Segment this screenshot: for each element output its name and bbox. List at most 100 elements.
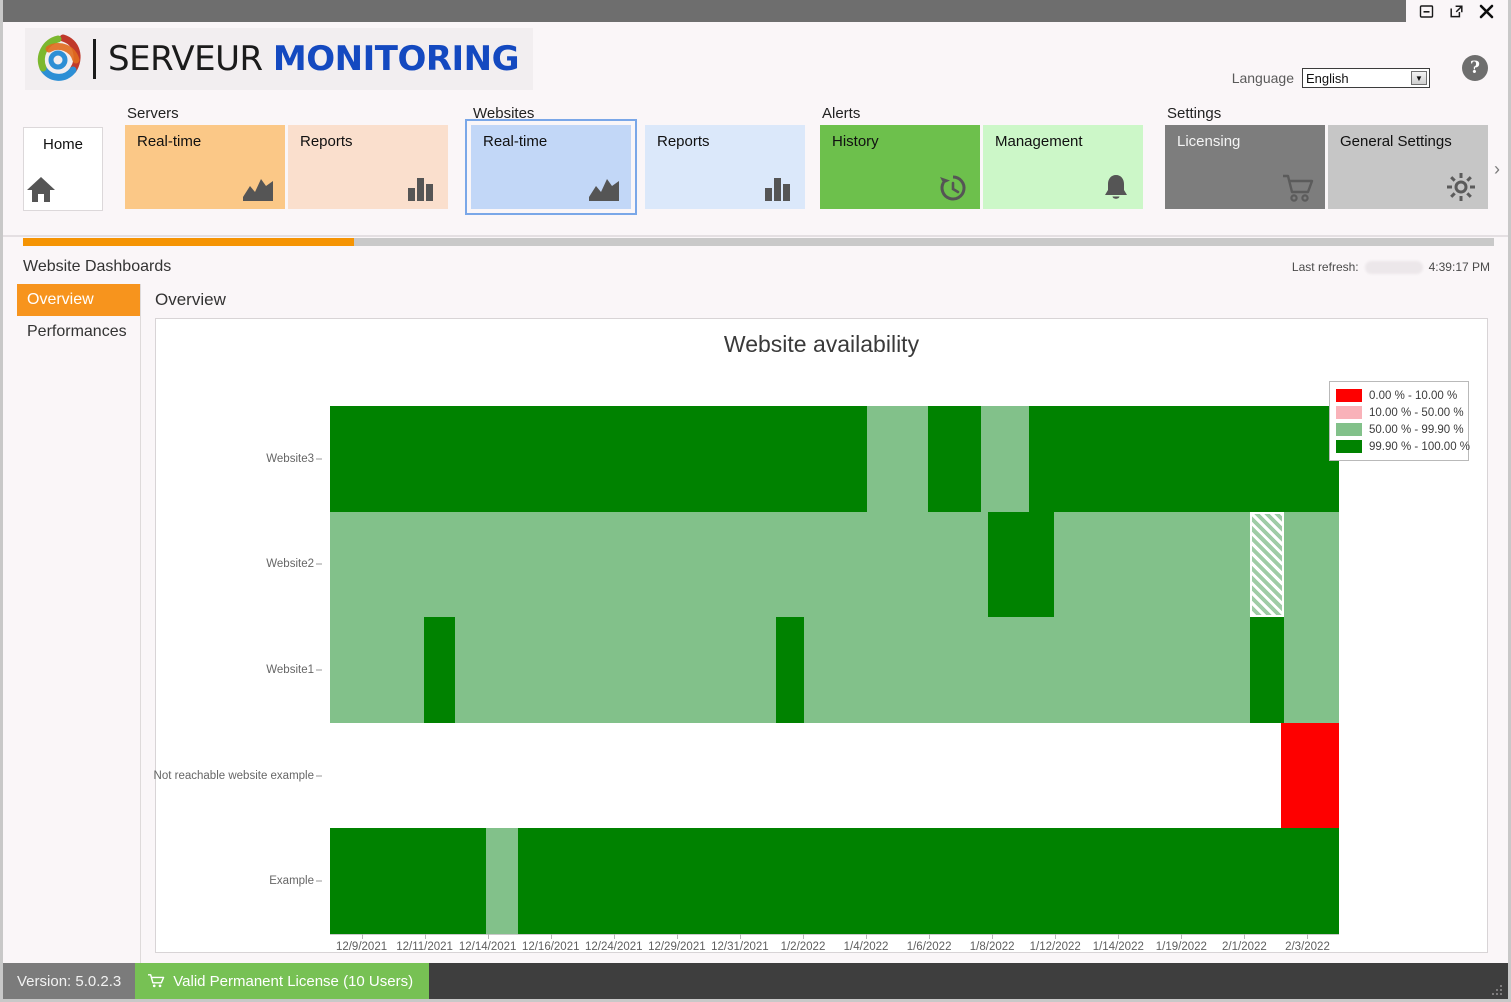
tile-settings-general[interactable]: General Settings [1328, 125, 1488, 209]
chart-x-tick [740, 934, 741, 939]
tile-settings-general-label: General Settings [1340, 133, 1452, 150]
tile-websites-reports[interactable]: Reports [645, 125, 805, 209]
chart-x-tick-label: 1/19/2022 [1156, 941, 1207, 953]
area-chart-icon [587, 169, 621, 203]
heatmap-cell[interactable] [1029, 406, 1339, 512]
tile-alerts-management[interactable]: Management [983, 125, 1143, 209]
chart-x-tick-label: 1/8/2022 [970, 941, 1015, 953]
heatmap-cell[interactable] [867, 406, 929, 512]
ribbon-scroll-right-icon[interactable]: › [1494, 159, 1500, 180]
logo-wordmark: SERVEUR MONITORING [108, 39, 519, 79]
last-refresh: Last refresh: 4:39:17 PM [1292, 260, 1490, 274]
chart-x-tick [1055, 934, 1056, 939]
legend-item[interactable]: 10.00 % - 50.00 % [1336, 404, 1462, 421]
language-value: English [1306, 71, 1349, 86]
heatmap-row [330, 828, 1339, 934]
legend-swatch [1336, 389, 1362, 402]
tile-alerts-history-label: History [832, 133, 879, 150]
chart-x-axis-labels: 12/9/202112/11/202112/14/202112/16/20211… [330, 941, 1339, 959]
chart-legend: 0.00 % - 10.00 %10.00 % - 50.00 %50.00 %… [1329, 381, 1469, 461]
shopping-cart-icon [1281, 169, 1315, 203]
tile-servers-reports[interactable]: Reports [288, 125, 448, 209]
chart-x-tick [1181, 934, 1182, 939]
tile-settings-licensing[interactable]: Licensing [1165, 125, 1325, 209]
heatmap-cell[interactable] [981, 406, 1029, 512]
main-content: Overview Website availability Website3We… [143, 284, 1494, 963]
ribbon-group-settings: Settings Licensing General Settings [1165, 105, 1488, 209]
language-selector[interactable]: Language English ▼ [1232, 68, 1430, 88]
last-refresh-label: Last refresh: [1292, 260, 1359, 274]
page-title: Overview [155, 290, 1494, 310]
heatmap-cell[interactable] [330, 828, 486, 934]
chart-x-tick-label: 1/2/2022 [781, 941, 826, 953]
ribbon-group-alerts-title: Alerts [820, 105, 1143, 122]
dashboard-sidebar: Overview Performances [17, 284, 141, 963]
legend-label: 99.90 % - 100.00 % [1369, 441, 1470, 453]
chart-heatmap-grid [330, 406, 1339, 934]
chart-x-tick [929, 934, 930, 939]
heatmap-cell[interactable] [518, 828, 1339, 934]
heatmap-cell[interactable] [1281, 723, 1339, 829]
bell-icon [1099, 169, 1133, 203]
logo-text-monitoring: MONITORING [273, 39, 519, 79]
heatmap-cell[interactable] [928, 406, 980, 512]
heatmap-cell[interactable] [1284, 512, 1339, 618]
close-button[interactable] [1476, 1, 1496, 21]
heatmap-cell[interactable] [1284, 617, 1339, 723]
heatmap-cell[interactable] [1250, 512, 1283, 618]
resize-grip[interactable] [1490, 983, 1504, 997]
loading-progress-fill [23, 238, 354, 246]
heatmap-cell[interactable] [486, 828, 517, 934]
ribbon-group-websites: Websites Real-time Reports [471, 105, 805, 209]
heatmap-row [330, 512, 1339, 618]
restore-external-button[interactable] [1446, 1, 1466, 21]
heatmap-row [330, 617, 1339, 723]
gear-icon [1444, 169, 1478, 203]
heatmap-cell[interactable] [1054, 512, 1250, 618]
ribbon-group-servers-title: Servers [125, 105, 448, 122]
legend-item[interactable]: 50.00 % - 99.90 % [1336, 421, 1462, 438]
sidebar-item-overview[interactable]: Overview [17, 284, 140, 316]
heatmap-cell[interactable] [988, 512, 1055, 618]
heatmap-cell[interactable] [804, 617, 1250, 723]
tile-alerts-history[interactable]: History [820, 125, 980, 209]
chart-x-tick [1244, 934, 1245, 939]
chart-x-tick-label: 2/1/2022 [1222, 941, 1267, 953]
chart-y-axis: Website3Website2Website1Not reachable we… [156, 406, 324, 934]
application-window: SERVEUR MONITORING Language English ▼ ? … [0, 0, 1511, 1002]
help-button[interactable]: ? [1462, 55, 1488, 81]
chart-x-tick [488, 934, 489, 939]
chart-plot-area: Website3Website2Website1Not reachable we… [156, 369, 1487, 952]
serveur-monitoring-logo-icon [33, 32, 87, 86]
logo-text-serveur: SERVEUR [108, 39, 263, 79]
chart-x-tick-label: 1/4/2022 [844, 941, 889, 953]
heatmap-cell[interactable] [424, 617, 455, 723]
legend-item[interactable]: 99.90 % - 100.00 % [1336, 438, 1462, 455]
chart-x-tick-label: 2/3/2022 [1285, 941, 1330, 953]
legend-item[interactable]: 0.00 % - 10.00 % [1336, 387, 1462, 404]
chevron-down-icon[interactable]: ▼ [1411, 71, 1427, 85]
status-bar: Version: 5.0.2.3 Valid Permanent License… [3, 963, 1508, 999]
heatmap-cell[interactable] [1250, 617, 1283, 723]
minimize-button[interactable] [1416, 1, 1436, 21]
chart-y-tick [316, 458, 322, 459]
sidebar-item-performances[interactable]: Performances [17, 316, 140, 348]
chart-y-tick [316, 564, 322, 565]
heatmap-cell[interactable] [330, 617, 424, 723]
language-dropdown[interactable]: English ▼ [1302, 68, 1430, 88]
chart-x-tick [1307, 934, 1308, 939]
status-version: Version: 5.0.2.3 [3, 963, 135, 999]
heatmap-cell[interactable] [455, 617, 776, 723]
tile-home[interactable]: Home [23, 127, 103, 211]
tile-servers-realtime[interactable]: Real-time [125, 125, 285, 209]
heatmap-cell[interactable] [330, 406, 867, 512]
ribbon-toolbar: Home Servers Real-time [3, 97, 1508, 237]
heatmap-cell[interactable] [776, 617, 804, 723]
heatmap-cell[interactable] [330, 512, 988, 618]
chart-y-tick-label: Example [269, 875, 314, 887]
tile-alerts-management-label: Management [995, 133, 1083, 150]
last-refresh-time: 4:39:17 PM [1429, 260, 1490, 274]
loading-progress-bar [23, 238, 1494, 246]
tile-websites-realtime[interactable]: Real-time [471, 125, 631, 209]
heatmap-cell[interactable] [330, 723, 1281, 829]
